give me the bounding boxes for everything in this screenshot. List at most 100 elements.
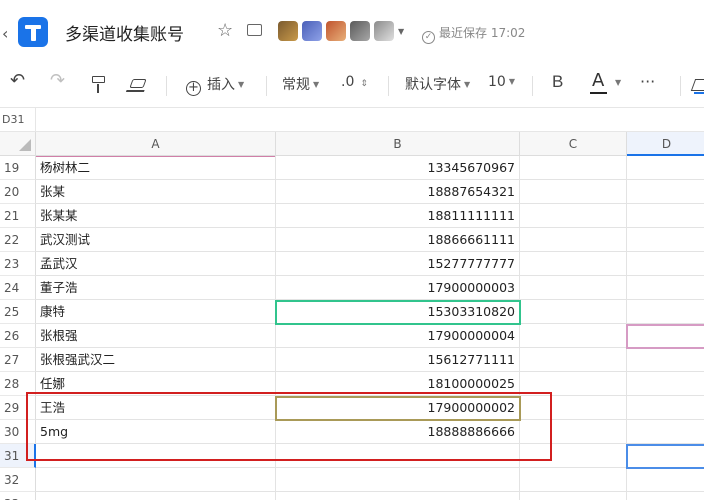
row-header[interactable]: 24 (0, 276, 36, 300)
table-cell-d[interactable] (627, 180, 704, 204)
chevron-down-icon[interactable]: ▼ (398, 27, 404, 36)
avatar[interactable] (326, 21, 346, 41)
row-header[interactable]: 32 (0, 468, 36, 492)
check-circle-icon: ✓ (422, 31, 435, 44)
table-cell-d[interactable] (627, 276, 704, 300)
table-cell-c[interactable] (520, 300, 627, 324)
font-color-button[interactable]: A (592, 70, 604, 91)
table-cell-c[interactable] (520, 492, 627, 500)
row-header[interactable]: 19 (0, 156, 36, 180)
table-cell-phone[interactable]: 18866661111 (276, 228, 520, 252)
table-cell-d[interactable] (627, 252, 704, 276)
table-cell-c[interactable] (520, 228, 627, 252)
table-cell-name[interactable]: 杨树林二 (36, 156, 276, 180)
table-cell-d[interactable] (627, 348, 704, 372)
table-cell-name[interactable]: 武汉测试 (36, 228, 276, 252)
table-cell-name[interactable]: 张某某 (36, 204, 276, 228)
table-cell-name[interactable] (36, 492, 276, 500)
chevron-down-icon: ▼ (508, 77, 515, 86)
table-cell-c[interactable] (520, 324, 627, 348)
table-cell-phone[interactable]: 18887654321 (276, 180, 520, 204)
table-cell-name[interactable]: 孟武汉 (36, 252, 276, 276)
table-cell-d[interactable] (627, 156, 704, 180)
column-header-a[interactable]: A (36, 132, 276, 156)
avatar[interactable] (302, 21, 322, 41)
star-icon[interactable]: ☆ (217, 20, 233, 41)
collaborator-cursor-green (275, 300, 521, 325)
row-header[interactable]: 21 (0, 204, 36, 228)
decimal-places-stepper[interactable]: .0 ⇕ (341, 74, 368, 90)
table-cell-c[interactable] (520, 468, 627, 492)
save-status-text: 最近保存 17:02 (439, 26, 526, 40)
column-header-d[interactable]: D (627, 132, 704, 156)
font-size-dropdown[interactable]: 10 ▼ (488, 74, 515, 90)
row-header[interactable]: 33 (0, 492, 36, 500)
row-header[interactable]: 25 (0, 300, 36, 324)
insert-menu[interactable]: + 插入 ▼ (186, 74, 244, 96)
app-logo-icon[interactable] (18, 17, 48, 47)
row-header[interactable]: 20 (0, 180, 36, 204)
select-all-corner[interactable] (0, 132, 36, 156)
table-cell-c[interactable] (520, 348, 627, 372)
column-header-c[interactable]: C (520, 132, 627, 156)
avatar[interactable] (278, 21, 298, 41)
row-header[interactable]: 26 (0, 324, 36, 348)
table-cell-d[interactable] (627, 468, 704, 492)
avatar[interactable] (350, 21, 370, 41)
stepper-arrows-icon: ⇕ (360, 79, 368, 89)
undo-icon[interactable]: ↶ (10, 70, 25, 91)
more-options-button[interactable]: ··· (640, 72, 655, 91)
table-cell-d[interactable] (627, 300, 704, 324)
row-header[interactable]: 23 (0, 252, 36, 276)
table-cell-d[interactable] (627, 204, 704, 228)
table-cell-c[interactable] (520, 252, 627, 276)
table-cell-c[interactable] (520, 276, 627, 300)
row-header[interactable]: 27 (0, 348, 36, 372)
table-cell-phone[interactable] (276, 492, 520, 500)
name-box[interactable]: D31 (0, 108, 36, 132)
number-format-dropdown[interactable]: 常规 ▼ (282, 74, 319, 94)
folder-icon[interactable] (247, 24, 262, 36)
row-header[interactable]: 22 (0, 228, 36, 252)
table-cell-name[interactable]: 张某 (36, 180, 276, 204)
table-cell-name[interactable]: 董子浩 (36, 276, 276, 300)
table-cell-d[interactable] (627, 492, 704, 500)
table-cell-d[interactable] (627, 420, 704, 444)
number-format-label: 常规 (282, 77, 310, 93)
chevron-down-icon[interactable]: ▼ (615, 78, 621, 87)
table-cell-phone[interactable]: 17900000003 (276, 276, 520, 300)
insert-label: 插入 (207, 77, 235, 93)
avatar[interactable] (374, 21, 394, 41)
column-header-b[interactable]: B (276, 132, 520, 156)
table-cell-c[interactable] (520, 156, 627, 180)
active-cell-selection[interactable] (626, 444, 704, 469)
table-cell-phone[interactable]: 15277777777 (276, 252, 520, 276)
fill-color-icon[interactable] (690, 79, 704, 91)
clear-format-icon[interactable] (129, 79, 147, 88)
back-chevron-icon[interactable]: ‹ (2, 24, 8, 43)
table-cell-phone[interactable] (276, 468, 520, 492)
table-cell-phone[interactable]: 17900000004 (276, 324, 520, 348)
font-family-dropdown[interactable]: 默认字体 ▼ (405, 74, 470, 94)
spreadsheet-grid: A B C D 19 杨树林二 13345670967 20 张某 18887654321… (0, 132, 704, 500)
table-cell-name[interactable]: 张根强武汉二 (36, 348, 276, 372)
table-cell-c[interactable] (520, 204, 627, 228)
table-cell-name[interactable] (36, 468, 276, 492)
table-cell-name[interactable]: 张根强 (36, 324, 276, 348)
format-painter-icon[interactable] (92, 76, 105, 93)
plus-circle-icon: + (186, 81, 201, 96)
table-cell-phone[interactable]: 13345670967 (276, 156, 520, 180)
redo-icon[interactable]: ↷ (50, 70, 65, 91)
document-title[interactable]: 多渠道收集账号 (65, 20, 184, 45)
table-cell-d[interactable] (627, 372, 704, 396)
bold-button[interactable]: B (552, 72, 563, 92)
table-cell-phone[interactable]: 18811111111 (276, 204, 520, 228)
chevron-down-icon: ▼ (238, 80, 245, 89)
table-cell-d[interactable] (627, 396, 704, 420)
table-cell-name[interactable]: 康特 (36, 300, 276, 324)
table-cell-c[interactable] (520, 180, 627, 204)
table-cell-phone[interactable]: 15612771111 (276, 348, 520, 372)
toolbar-divider (388, 76, 389, 96)
chevron-down-icon: ▼ (313, 80, 320, 89)
table-cell-d[interactable] (627, 228, 704, 252)
